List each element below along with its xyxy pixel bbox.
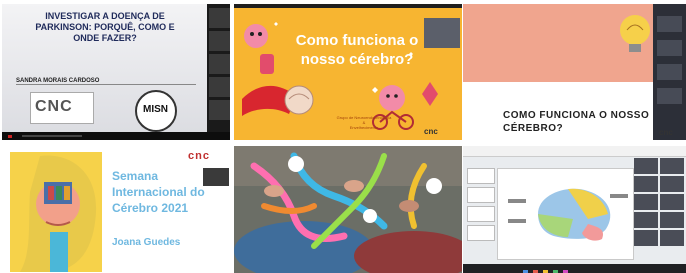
title-line: PARKINSON: PORQUÊ, COMO E — [35, 22, 175, 32]
slide-thumbnail[interactable] — [467, 206, 495, 222]
video-tile-brain-week[interactable]: Semana Internacional do Cérebro 2021 Joa… — [2, 146, 230, 273]
taskbar[interactable] — [463, 264, 686, 273]
lightbulb-icon — [620, 15, 650, 52]
title-line: Internacional do — [112, 185, 205, 199]
divider — [16, 84, 196, 85]
participant-thumbnail[interactable] — [660, 212, 684, 228]
group-name: Grupo de Neuroendocrinologia & Envelheci… — [329, 115, 399, 130]
participant-thumbnail[interactable] — [657, 64, 682, 80]
slide-title: Como funciona o nosso cérebro? — [282, 31, 432, 69]
participant-thumbnail[interactable] — [209, 31, 230, 51]
photo-tile-neuron-activity — [234, 146, 462, 273]
brain-diagram-icon — [508, 188, 628, 241]
participant-thumbnail[interactable] — [657, 40, 682, 56]
participant-thumbnail[interactable] — [634, 176, 658, 192]
participant-thumbnail[interactable] — [209, 8, 230, 28]
video-tile-screen-share[interactable] — [463, 146, 686, 273]
slide-thumbnail[interactable] — [467, 187, 495, 203]
slide-thumbnail[interactable] — [467, 225, 495, 241]
cnc-logo: cnc — [188, 150, 210, 162]
participant-thumbnail[interactable] — [657, 88, 682, 104]
title-line: CÉREBRO? — [503, 123, 564, 134]
participant-thumbnail[interactable] — [660, 230, 684, 246]
title-line: Cérebro 2021 — [112, 201, 189, 215]
cnc-logo: CNC — [30, 92, 94, 124]
cnc-logo: cnc — [659, 128, 673, 137]
app-title-bar — [463, 146, 686, 157]
slide: INVESTIGAR A DOENÇA DE PARKINSON: PORQUÊ… — [2, 4, 207, 132]
video-tile-parkinson[interactable]: INVESTIGAR A DOENÇA DE PARKINSON: PORQUÊ… — [2, 4, 230, 140]
video-tile-brain-salmon[interactable]: COMO FUNCIONA O NOSSO CÉREBRO? cnc — [463, 4, 686, 140]
slide: COMO FUNCIONA O NOSSO CÉREBRO? — [463, 4, 653, 140]
participant-thumbnail[interactable] — [634, 194, 658, 210]
taskbar-icons — [523, 270, 568, 273]
misn-logo: MISN — [135, 90, 177, 132]
participant-thumbnail[interactable] — [634, 212, 658, 228]
title-line: nosso cérebro? — [300, 51, 414, 68]
participant-thumbnail[interactable] — [660, 194, 684, 210]
participant-thumbnail[interactable] — [209, 77, 230, 97]
title-line: ONDE FAZER? — [73, 33, 137, 43]
head-illustration-icon — [20, 155, 97, 272]
slide-thumbnail[interactable] — [467, 168, 495, 184]
cnc-logo: cnc — [424, 127, 438, 136]
participant-thumbnail[interactable] — [657, 16, 682, 32]
group-line: Envelhecimento — [349, 125, 379, 130]
photo-illustration — [234, 146, 462, 273]
participant-thumbnail[interactable] — [634, 230, 658, 246]
participant-thumbnail[interactable] — [634, 158, 658, 174]
illustration — [10, 152, 102, 272]
participant-thumbnail[interactable] — [209, 54, 230, 74]
slide-title: INVESTIGAR A DOENÇA DE PARKINSON: PORQUÊ… — [10, 11, 200, 44]
misn-logo-text: MISN — [143, 104, 168, 115]
video-tile-brain-orange[interactable]: Como funciona o nosso cérebro? Grupo de … — [234, 4, 462, 140]
slide-thumbnails[interactable] — [467, 168, 495, 258]
presenter-name: Joana Guedes — [112, 237, 181, 248]
title-line: Como funciona o — [295, 32, 419, 49]
video-controls-bar[interactable] — [2, 132, 230, 140]
title-line: INVESTIGAR A DOENÇA DE — [45, 11, 165, 21]
participant-sidebar[interactable] — [653, 4, 686, 140]
controls-icon — [8, 135, 82, 138]
slide — [497, 168, 634, 260]
participant-thumbnail[interactable] — [424, 18, 460, 48]
title-line: COMO FUNCIONA O NOSSO — [503, 110, 650, 121]
participant-thumbnail[interactable] — [203, 168, 229, 186]
participant-grid[interactable] — [634, 158, 686, 258]
participant-thumbnail[interactable] — [660, 158, 684, 174]
participant-thumbnail[interactable] — [209, 100, 230, 120]
participant-thumbnail[interactable] — [660, 176, 684, 192]
slide-title: COMO FUNCIONA O NOSSO CÉREBRO? — [503, 109, 653, 135]
cnc-logo-text: CNC — [35, 98, 73, 115]
